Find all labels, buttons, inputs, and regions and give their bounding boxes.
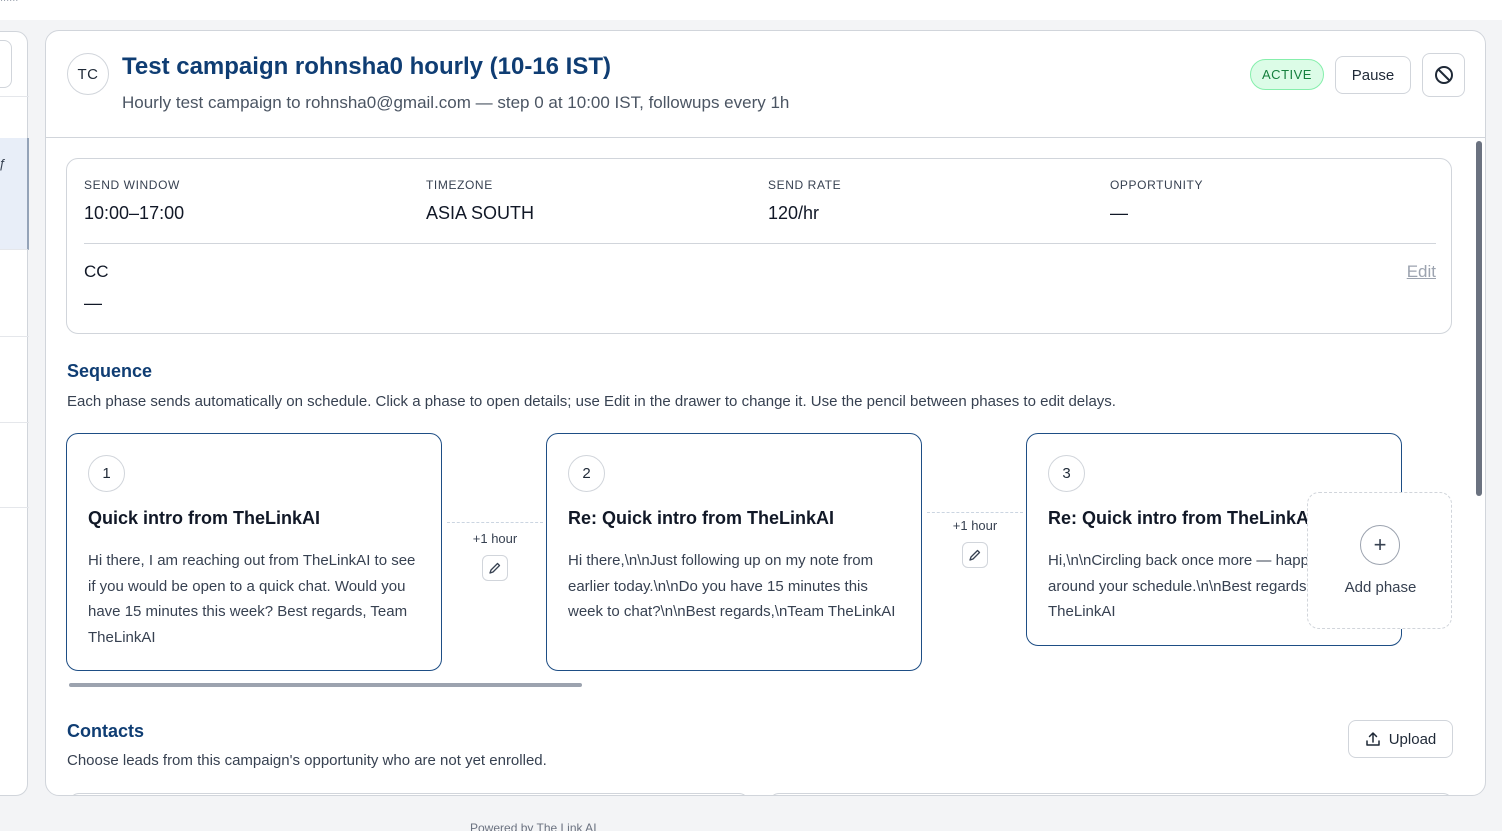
send-rate-label: SEND RATE xyxy=(768,178,842,192)
campaign-detail-panel: TC Test campaign rohnsha0 hourly (10-16 … xyxy=(45,30,1486,796)
phase-title: Quick intro from TheLinkAI xyxy=(88,508,321,528)
timezone-value: ASIA SOUTH xyxy=(426,203,535,223)
delay-connector xyxy=(447,522,543,523)
sidebar-active-item[interactable] xyxy=(0,138,29,250)
contacts-description: Choose leads from this campaign's opport… xyxy=(67,752,547,769)
top-strip: ...... xyxy=(0,0,1502,20)
pause-button[interactable]: Pause xyxy=(1335,56,1411,94)
sidebar-trash-icon[interactable]: ƒ xyxy=(0,156,6,171)
campaign-avatar: TC xyxy=(67,53,109,95)
sidebar-divider xyxy=(0,336,29,337)
edit-settings-link[interactable]: Edit xyxy=(1407,262,1436,282)
contacts-title: Contacts xyxy=(67,721,145,741)
phase-body: Hi there,\n\nJust following up on my not… xyxy=(568,552,896,620)
opportunity-label: OPPORTUNITY xyxy=(1110,178,1204,192)
stop-button[interactable] xyxy=(1422,53,1465,97)
phase-delay: +1 hour xyxy=(447,519,543,599)
plus-icon: + xyxy=(1360,525,1400,565)
campaign-header: TC Test campaign rohnsha0 hourly (10-16 … xyxy=(46,31,1485,138)
upload-label: Upload xyxy=(1388,730,1437,748)
upload-icon xyxy=(1365,732,1380,746)
edit-delay-button[interactable] xyxy=(962,542,988,568)
vertical-scrollbar[interactable] xyxy=(1476,141,1482,501)
delay-connector xyxy=(927,512,1023,513)
timezone-label: TIMEZONE xyxy=(426,178,493,192)
phase-title: Re: Quick intro from TheLinkAI xyxy=(1048,508,1315,528)
sequence-description: Each phase sends automatically on schedu… xyxy=(67,393,1116,410)
sidebar-divider xyxy=(0,422,29,423)
pencil-icon xyxy=(969,549,981,561)
block-icon xyxy=(1434,66,1453,84)
delay-label: +1 hour xyxy=(952,518,998,533)
phase-card[interactable]: 1 Quick intro from TheLinkAI Hi there, I… xyxy=(66,433,442,671)
cc-label: CC xyxy=(84,262,109,281)
phase-number: 3 xyxy=(1048,455,1085,492)
edit-delay-button[interactable] xyxy=(482,555,508,581)
phase-card[interactable]: 2 Re: Quick intro from TheLinkAI Hi ther… xyxy=(546,433,922,671)
campaign-title: Test campaign rohnsha0 hourly (10-16 IST… xyxy=(122,53,611,80)
campaign-subtitle: Hourly test campaign to rohnsha0@gmail.c… xyxy=(122,93,790,112)
phase-number: 1 xyxy=(88,455,125,492)
opportunity-value: — xyxy=(1110,203,1128,223)
settings-divider xyxy=(84,243,1436,244)
left-sidebar: ƒ xyxy=(0,31,29,796)
cc-value: — xyxy=(84,293,102,313)
upload-button[interactable]: Upload xyxy=(1348,720,1453,758)
sequence-title: Sequence xyxy=(67,361,153,381)
horizontal-scrollbar[interactable] xyxy=(69,683,582,687)
top-strip-fragment: ...... xyxy=(0,0,18,4)
vertical-scrollbar-thumb[interactable] xyxy=(1476,141,1482,496)
send-window-value: 10:00–17:00 xyxy=(84,203,185,223)
phase-number: 2 xyxy=(568,455,605,492)
sidebar-divider xyxy=(0,96,29,97)
footer-powered-by: Powered by The Link AI xyxy=(470,821,597,831)
sidebar-top-item[interactable] xyxy=(0,40,12,88)
settings-card: SEND WINDOW 10:00–17:00 TIMEZONE ASIA SO… xyxy=(66,158,1452,334)
sidebar-divider xyxy=(0,507,29,508)
phase-delay: +1 hour xyxy=(927,509,1023,589)
add-phase-button[interactable]: + Add phase xyxy=(1307,492,1452,629)
phase-title: Re: Quick intro from TheLinkAI xyxy=(568,508,835,528)
add-phase-label: Add phase xyxy=(1344,579,1417,596)
send-rate-value: 120/hr xyxy=(768,203,820,223)
status-badge: ACTIVE xyxy=(1250,59,1324,90)
phase-body: Hi there, I am reaching out from TheLink… xyxy=(88,552,416,646)
contacts-panel-right xyxy=(769,793,1453,795)
contacts-panel-left xyxy=(69,793,749,795)
pencil-icon xyxy=(489,562,501,574)
delay-label: +1 hour xyxy=(472,531,518,546)
send-window-label: SEND WINDOW xyxy=(84,178,180,192)
